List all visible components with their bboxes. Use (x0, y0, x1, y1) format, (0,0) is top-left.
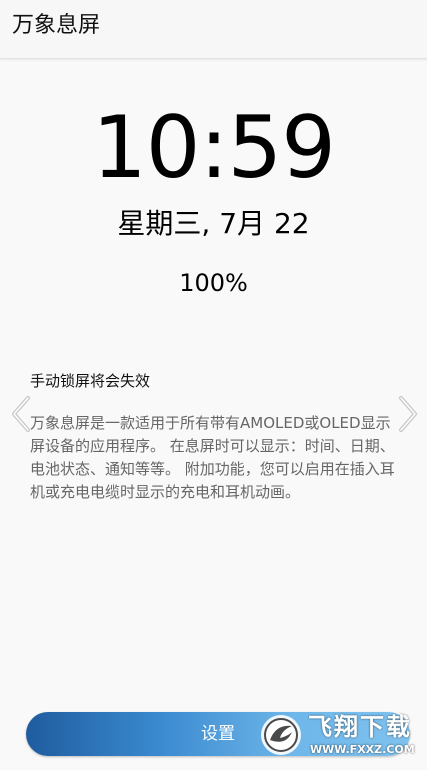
app-description: 万象息屏是一款适用于所有带有AMOLED或OLED显示屏设备的应用程序。 在息屏… (30, 414, 395, 501)
app-bar: 万象息屏 (0, 0, 427, 59)
chevron-left-icon[interactable] (8, 394, 34, 434)
lock-warning-text: 手动锁屏将会失效 (30, 372, 151, 390)
watermark: 飞翔下载 WWW.FXXZ.COM (258, 708, 418, 764)
watermark-logo-icon (258, 712, 304, 758)
chevron-right-icon[interactable] (395, 394, 421, 434)
battery-level: 100% (179, 269, 248, 297)
app-title: 万象息屏 (12, 13, 101, 38)
watermark-url: WWW.FXXZ.COM (310, 743, 415, 756)
clock-date: 星期三, 7月 22 (117, 207, 310, 240)
watermark-brand: 飞翔下载 (308, 713, 412, 741)
clock-time: 10:59 (92, 98, 336, 198)
